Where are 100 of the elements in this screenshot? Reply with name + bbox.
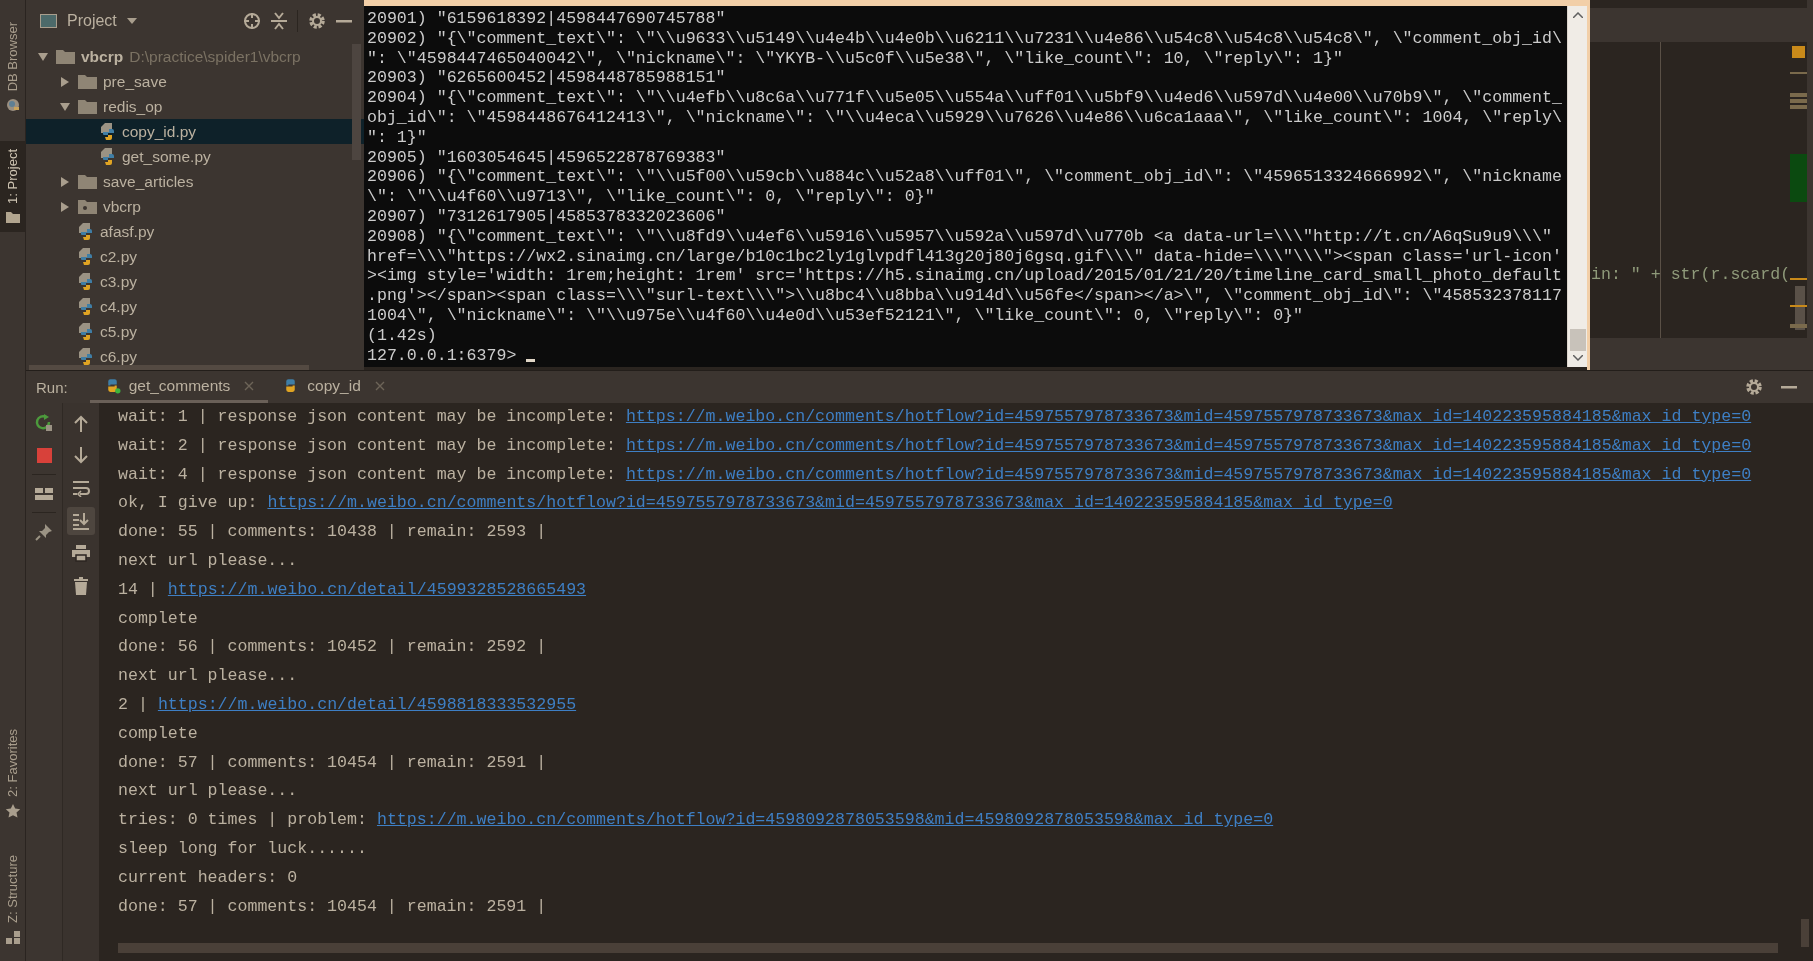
console-link[interactable]: https://m.weibo.cn/comments/hotflow?id=4598092878053598&mid=4598092878053598&max_id_type=0 [376,806,1274,835]
scroll-to-end-icon [72,511,90,530]
python-file-icon [100,122,116,141]
layout-icon[interactable] [35,486,53,501]
folder-icon [4,210,21,225]
console-text: complete [118,607,198,630]
pin-icon[interactable] [35,522,53,541]
terminal-line: ": 1}" [367,127,428,148]
soft-wrap-icon[interactable] [72,479,90,497]
scrollbar-thumb[interactable] [1569,329,1586,351]
settings-icon[interactable] [308,12,326,30]
tree-item[interactable]: vbcrp D:\practice\spider1\vbcrp [26,44,364,69]
expand-arrow-icon[interactable] [60,176,70,187]
tree-item[interactable]: c5.py [26,319,364,344]
panel-icon [40,14,57,28]
python-file-icon [78,247,94,266]
console-link[interactable]: https://m.weibo.cn/detail/4599328528665493 [167,575,587,605]
terminal-line: 20904) "{\"comment_text\": \"\\u4efb\\u8c6a\\u771f\\u5e05\\u554a\\uff01\\u5bf9\\u4ed6\\u597d\\u4e00\\u70b9\", \"comment_ [367,88,1563,108]
python-file-icon [78,272,94,291]
tree-label: c3.py [100,272,138,291]
terminal-line: 20906) "{\"comment_text\": \"\\u5f00\\u59cb\\u884c\\u52a8\\uff01\", \"comment_obj_id\": \"4596513324666992\", \"nickname [367,167,1563,188]
terminal-line: 20908) "{\"comment_text\": \"\\u8fd9\\u4ef6\\u5916\\u5957\\u592a\\u597d\\u770b <a data-url=\\\"http://t.cn/A6qSu9u9\\\" [367,226,1553,247]
tree-label: c2.py [100,247,138,266]
folder-icon [78,174,97,189]
side-tab[interactable]: 1: Project [0,141,25,233]
star-icon [4,803,21,820]
tree-item[interactable]: c2.py [26,244,364,269]
console-link[interactable]: https://m.weibo.cn/comments/hotflow?id=4597557978733673&mid=4597557978733673&max_id=140223595884185&max_id_type=0 [625,431,1752,461]
side-tab[interactable]: 2: Favorites [0,721,25,828]
expand-arrow-icon[interactable] [60,76,70,87]
locate-icon[interactable] [243,12,261,30]
console-text: wait: 4 | response json content may be incomplete: [118,463,616,486]
run-tab[interactable]: copy_id [268,371,399,403]
tree-item[interactable]: afasf.py [26,219,364,244]
side-tab[interactable]: Z: Structure [0,847,25,953]
tree-item[interactable]: save_articles [26,169,364,194]
console-text: current headers: 0 [118,866,298,889]
minimize-icon[interactable] [1781,385,1797,389]
print-icon[interactable] [72,544,90,562]
tree-label: c6.py [100,347,138,366]
scrollbar-thumb[interactable] [352,44,361,160]
caret-icon[interactable] [126,18,137,24]
terminal-line: .png'></span><span class=\\\"surl-text\\\">\\u8bc4\\u8bba\\u914d\\u56fe</span></a>\", \"comment_obj_id\": \"458532378117 [367,286,1563,306]
scroll-up-icon[interactable] [1572,12,1583,18]
console-link[interactable]: https://m.weibo.cn/detail/4598818333532955 [157,690,577,720]
console-text: done: 56 | comments: 10452 | remain: 2592 | [118,636,547,659]
up-arrow-icon[interactable] [74,414,88,432]
collapse-all-icon[interactable] [271,12,287,30]
console-text: wait: 2 | response json content may be incomplete: [118,434,616,457]
console-text: 14 | [118,578,158,601]
scroll-to-end-button[interactable] [67,506,95,535]
terminal-line: 20901) "6159618392|4598447690745788" [367,9,727,29]
console-text: complete [118,722,198,745]
python-file-icon [78,322,94,341]
expand-arrow-icon[interactable] [60,101,70,112]
tree-item[interactable]: redis_op [26,94,364,119]
stop-icon[interactable] [36,448,52,463]
console-link[interactable]: https://m.weibo.cn/comments/hotflow?id=4597557978733673&mid=4597557978733673&max_id=140223595884185&max_id_type=0 [625,460,1752,490]
terminal-line: 1004\", \"nickname\": \"\\u975e\\u4f60\\u4e0d\\u53ef52121\", \"like_count\": 0, \"reply\": 0}" [367,305,1305,326]
down-arrow-icon[interactable] [74,447,88,464]
console-text: done: 55 | comments: 10438 | remain: 2593 | [118,521,547,544]
folder-path: D:\practice\spider1\vbcrp [129,47,301,66]
console-link[interactable]: https://m.weibo.cn/comments/hotflow?id=4597557978733673&mid=4597557978733673&max_id=140223595884185&max_id_type=0 [267,489,1393,519]
expand-arrow-icon[interactable] [38,51,48,62]
panel-title[interactable]: Project [67,12,117,30]
folder-icon [78,74,97,89]
code-line: in: " + str(r.scard( [1591,265,1791,284]
package-folder-icon [78,199,97,214]
tree-item[interactable]: vbcrp [26,194,364,219]
rerun-icon[interactable] [35,414,53,432]
expand-arrow-icon[interactable] [60,201,70,212]
terminal-line: \": \"\\u4f60\\u9713\", \"like_count\": 0, \"reply\": 0}" [367,187,936,207]
tree-item[interactable]: c3.py [26,269,364,294]
scroll-down-icon[interactable] [1572,355,1583,361]
folder-icon [78,99,97,114]
terminal-line: 20902) "{\"comment_text\": \"\\u9633\\u5149\\u4e4b\\u4e0b\\u6211\\u7231\\u4e86\\u54c8\\u54c8\\u54c8\", \"comment_obj_id\ [367,28,1563,49]
minimize-icon[interactable] [336,19,352,23]
terminal-line: 20905) "1603054645|4596522878769383" [367,147,727,168]
tree-item[interactable]: copy_id.py [26,119,364,144]
settings-icon[interactable] [1745,378,1763,396]
console-text: next url please... [118,550,298,572]
console-text: next url please... [118,665,298,688]
side-tab[interactable]: DB Browser [0,14,25,122]
scrollbar-thumb[interactable] [29,365,309,370]
tree-item[interactable]: pre_save [26,69,364,94]
console-text: ok, I give up: [118,492,258,515]
terminal-line: obj_id\": \"4598448676412413\", \"nickname\": \"\\u4eca\\u5929\\u7626\\u4e86\\u6ca1aaa\", \"like_count\": 1004, \"reply\ [367,108,1563,128]
scrollbar[interactable] [1567,6,1587,367]
folder-icon [56,49,75,64]
scrollbar-thumb[interactable] [118,943,1778,953]
console-link[interactable]: https://m.weibo.cn/comments/hotflow?id=4597557978733673&mid=4597557978733673&max_id=140223595884185&max_id_type=0 [625,403,1752,432]
python-file-icon [78,297,94,316]
tree-item[interactable]: c4.py [26,294,364,319]
structure-icon [4,929,21,945]
scrollbar-thumb[interactable] [1801,919,1809,947]
python-file-icon [78,222,94,241]
tree-item[interactable]: get_some.py [26,144,364,169]
run-tab[interactable]: get_comments [89,371,269,403]
tree-item[interactable]: c6.py [26,344,364,369]
trash-icon[interactable] [74,576,88,595]
